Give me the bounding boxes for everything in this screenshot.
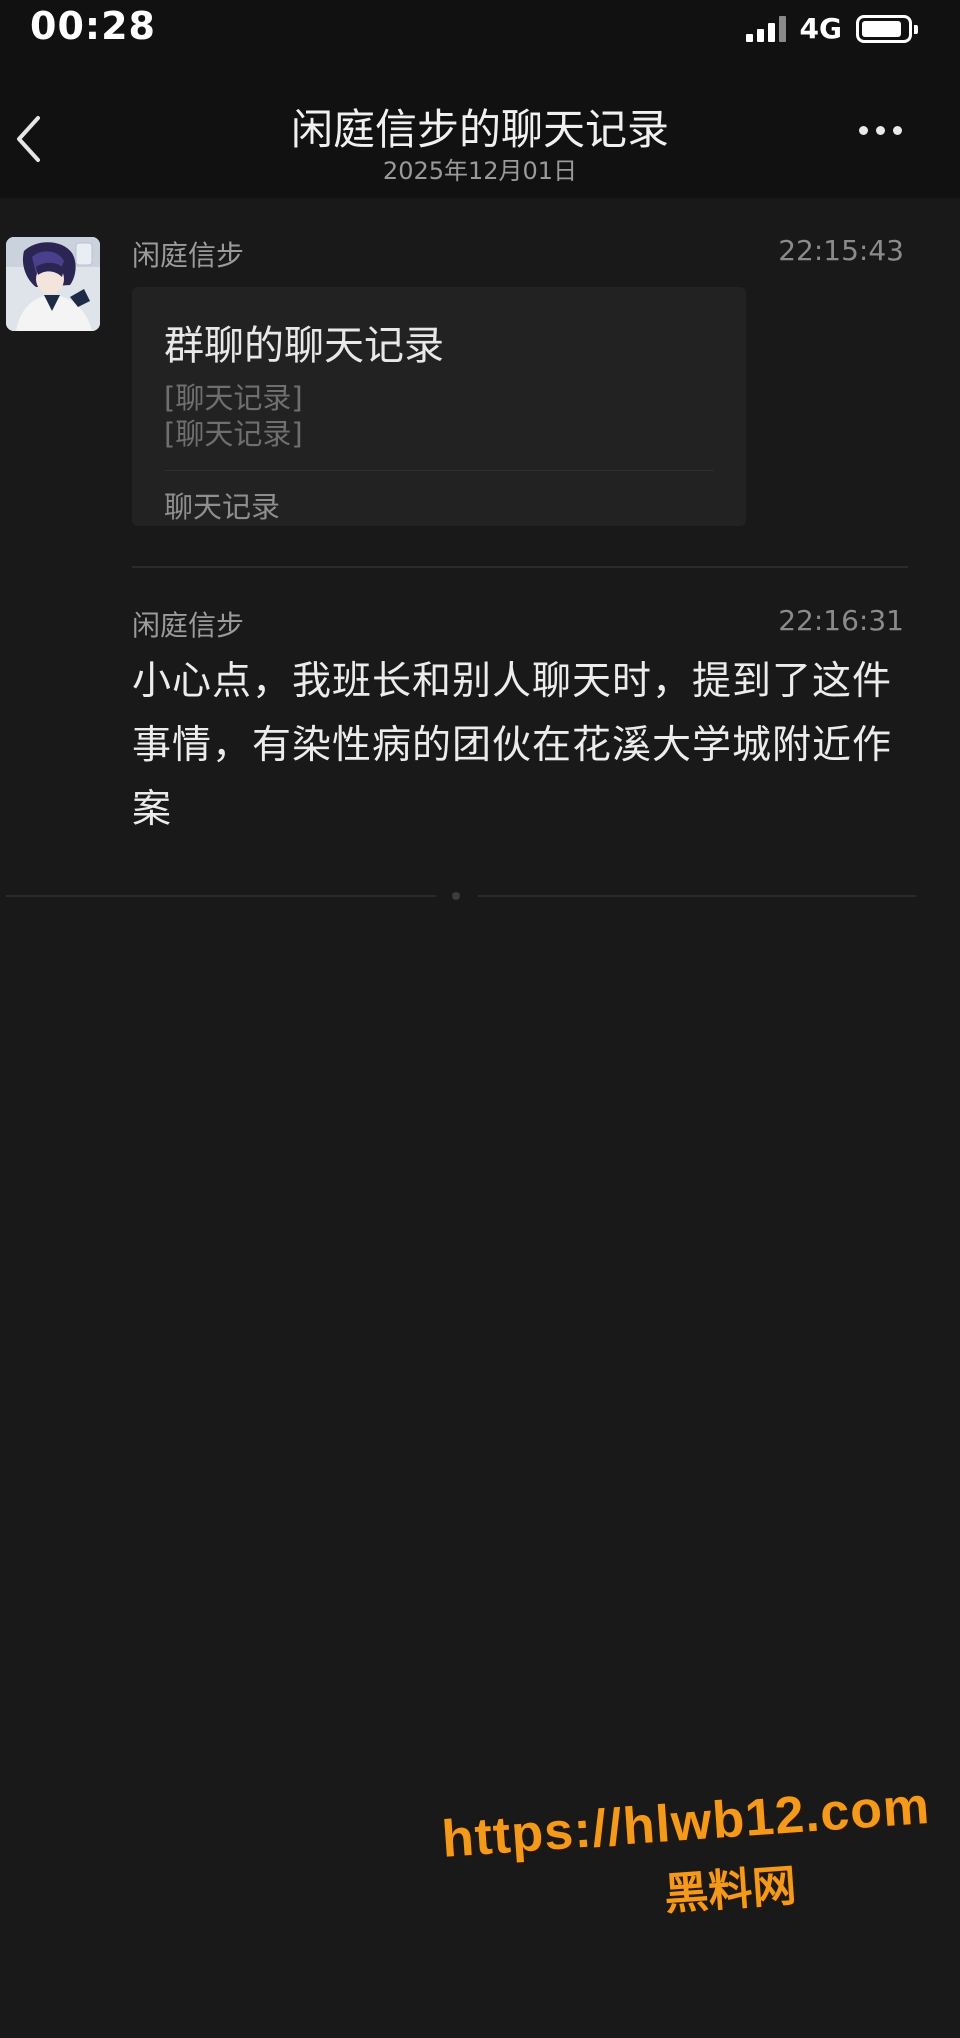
- message-time: 22:16:31: [778, 604, 904, 637]
- more-dots-icon: [859, 126, 868, 135]
- more-button[interactable]: [859, 126, 902, 135]
- message-sender: 闲庭信步: [132, 609, 245, 642]
- message-sender: 闲庭信步: [132, 239, 245, 272]
- chat-record-page: 00:28 4G 闲庭信步的聊天记录 2025年12月01日 闲庭信步 22:1…: [0, 0, 960, 2038]
- message-divider: [132, 566, 908, 568]
- avatar-illustration: [6, 237, 100, 331]
- chat-record-divider: [164, 470, 714, 471]
- end-divider: [6, 895, 436, 897]
- chat-record-title: 群聊的聊天记录: [164, 323, 444, 369]
- signal-icon: [745, 15, 786, 42]
- chat-record-line: [聊天记录]: [164, 417, 303, 451]
- chat-record-footer: 聊天记录: [164, 490, 281, 524]
- watermark: https://hlwb12.com 黑料网: [440, 1775, 948, 1938]
- status-time: 00:28: [30, 4, 156, 48]
- top-bar: 00:28 4G 闲庭信步的聊天记录 2025年12月01日: [0, 0, 960, 198]
- message-time: 22:15:43: [778, 234, 904, 267]
- chat-record-card[interactable]: 群聊的聊天记录 [聊天记录] [聊天记录] 聊天记录: [132, 287, 746, 526]
- message-text[interactable]: 小心点，我班长和别人聊天时，提到了这件事情，有染性病的团伙在花溪大学城附近作案: [132, 650, 902, 842]
- end-divider-dot: [452, 892, 460, 900]
- network-type: 4G: [799, 12, 842, 45]
- status-indicators: 4G: [745, 12, 918, 45]
- page-title: 闲庭信步的聊天记录: [290, 105, 669, 154]
- end-divider: [478, 895, 916, 897]
- sender-avatar[interactable]: [6, 237, 100, 331]
- battery-icon: [856, 14, 918, 43]
- page-date: 2025年12月01日: [382, 157, 578, 185]
